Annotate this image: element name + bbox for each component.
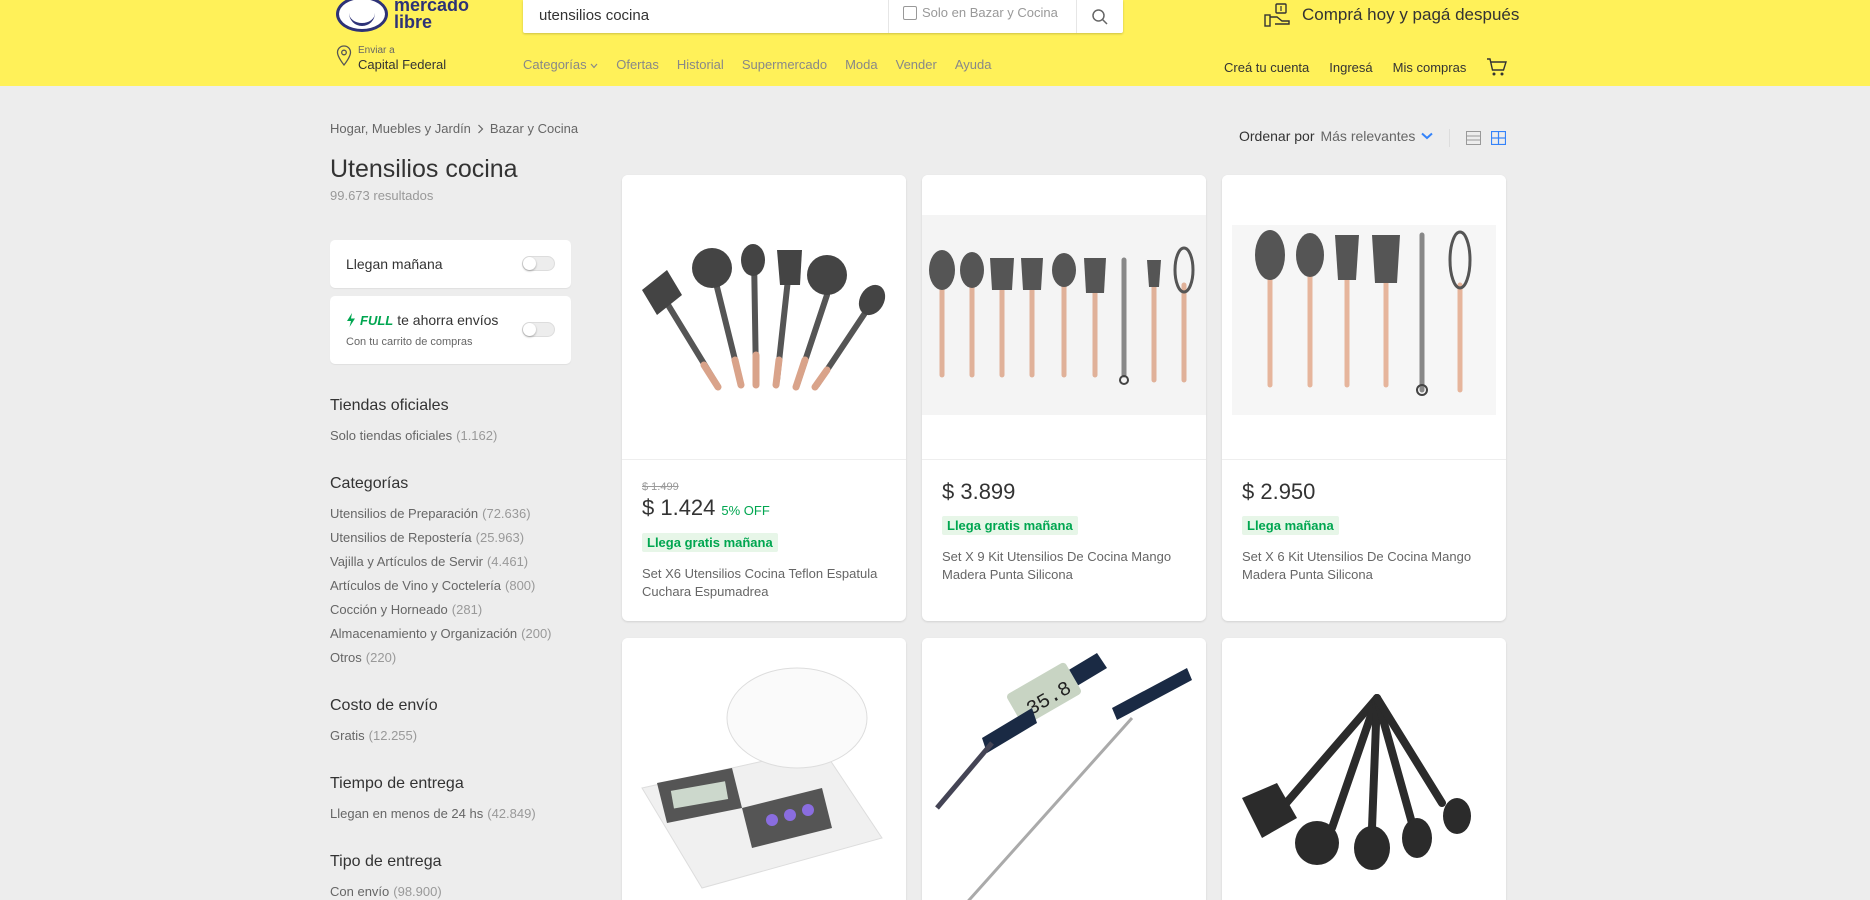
search-button[interactable] (1077, 0, 1123, 33)
sort-dropdown[interactable]: Ordenar por Más relevantes (1239, 128, 1434, 144)
product-card[interactable]: $ 3.899 Llega gratis mañana Set X 9 Kit … (922, 175, 1206, 621)
product-image (1222, 175, 1506, 459)
breadcrumb: Hogar, Muebles y Jardín Bazar y Cocina (330, 121, 578, 136)
price: $ 1.424 5% OFF (642, 495, 770, 520)
discount-badge: 5% OFF (721, 503, 770, 518)
filter-heading: Tiempo de entrega (330, 775, 464, 792)
card-divider (622, 459, 906, 460)
breadcrumb-item[interactable]: Bazar y Cocina (490, 121, 578, 136)
grid-view-icon[interactable] (1491, 131, 1506, 145)
filter-option[interactable]: Con envío (98.900) (330, 884, 442, 899)
filter-option[interactable]: Otros (220) (330, 650, 396, 665)
nav-ayuda[interactable]: Ayuda (955, 57, 992, 72)
card-divider (922, 459, 1206, 460)
handshake-icon (336, 0, 388, 32)
sort-label: Ordenar por (1239, 128, 1315, 144)
product-title[interactable]: Set X 6 Kit Utensilios De Cocina Mango M… (1242, 548, 1492, 584)
product-title[interactable]: Set X6 Utensilios Cocina Teflon Espatula… (642, 565, 892, 601)
filter-full-toggle[interactable] (522, 322, 555, 337)
filter-tomorrow-label: Llegan mañana (346, 256, 443, 272)
user-nav: Creá tu cuenta Ingresá Mis compras (1224, 57, 1508, 77)
promo-banner[interactable]: Comprá hoy y pagá después (1264, 2, 1519, 28)
cart-icon[interactable] (1486, 57, 1508, 77)
nav-historial[interactable]: Historial (677, 57, 724, 72)
filter-option[interactable]: Gratis (12.255) (330, 728, 417, 743)
chevron-right-icon (477, 124, 484, 133)
nav-moda[interactable]: Moda (845, 57, 878, 72)
page-title: Utensilios cocina (330, 155, 518, 183)
filter-option[interactable]: Llegan en menos de 24 hs (42.849) (330, 806, 536, 821)
shipping-badge: Llega gratis mañana (942, 516, 1078, 535)
card-divider (1222, 459, 1506, 460)
filter-full-label: FULL te ahorra envíos (346, 312, 498, 328)
filter-heading: Tipo de entrega (330, 853, 442, 870)
shipping-badge: Llega mañana (1242, 516, 1339, 535)
product-image (622, 175, 906, 459)
my-purchases-link[interactable]: Mis compras (1393, 60, 1467, 75)
product-image (1222, 638, 1506, 900)
mercado-libre-logo[interactable]: mercado libre (336, 0, 486, 34)
shipping-badge: Llega gratis mañana (642, 533, 778, 552)
breadcrumb-item[interactable]: Hogar, Muebles y Jardín (330, 121, 471, 136)
logo-text: mercado libre (394, 0, 470, 32)
full-badge: FULL (360, 312, 394, 328)
product-card[interactable]: 35.8 (922, 638, 1206, 900)
price: $ 2.950 (1242, 479, 1316, 504)
original-price: $ 1.499 (642, 481, 679, 493)
product-card[interactable] (1222, 638, 1506, 900)
filter-heading: Costo de envío (330, 697, 438, 714)
filter-option[interactable]: Vajilla y Artículos de Servir (4.461) (330, 554, 528, 569)
search-input[interactable] (539, 4, 879, 26)
lightning-icon (347, 313, 355, 327)
product-title[interactable]: Set X 9 Kit Utensilios De Cocina Mango M… (942, 548, 1192, 584)
product-card[interactable]: $ 1.499 $ 1.424 5% OFF Llega gratis mañan… (622, 175, 906, 621)
site-header: mercado libre Solo en Bazar y Cocina Com… (0, 0, 1870, 86)
sort-value: Más relevantes (1320, 128, 1416, 144)
location-label: Enviar a (358, 45, 395, 56)
hand-coin-icon (1264, 3, 1290, 27)
nav-categorias[interactable]: Categorías (523, 57, 598, 72)
scope-checkbox-label[interactable]: Solo en Bazar y Cocina (922, 5, 1058, 20)
results-count: 99.673 resultados (330, 188, 434, 203)
filter-tomorrow-toggle[interactable] (522, 256, 555, 271)
nav-ofertas[interactable]: Ofertas (616, 57, 659, 72)
nav-vender[interactable]: Vender (896, 57, 937, 72)
filter-full-card: FULL te ahorra envíos Con tu carrito de … (330, 296, 571, 364)
search-icon (1092, 8, 1108, 25)
filter-option[interactable]: Cocción y Horneado (281) (330, 602, 482, 617)
filter-heading: Categorías (330, 475, 409, 492)
main-nav: Categorías Ofertas Historial Supermercad… (523, 57, 991, 72)
scope-checkbox[interactable] (903, 6, 917, 20)
filter-option[interactable]: Solo tiendas oficiales (1.162) (330, 428, 497, 443)
location-pin-icon (336, 45, 352, 67)
full-text: te ahorra envíos (397, 312, 499, 328)
product-image (922, 175, 1206, 459)
location-value: Capital Federal (358, 57, 447, 72)
chevron-down-icon (1421, 132, 1434, 140)
search-bar: Solo en Bazar y Cocina (523, 0, 1123, 33)
shipping-location[interactable]: Enviar a Capital Federal (336, 45, 446, 73)
chevron-down-icon (590, 63, 598, 69)
product-image (622, 638, 906, 900)
view-divider (1449, 129, 1450, 147)
filter-option[interactable]: Utensilios de Preparación (72.636) (330, 506, 531, 521)
search-divider (888, 0, 889, 33)
list-view-icon[interactable] (1466, 131, 1481, 145)
product-card[interactable]: $ 2.950 Llega mañana Set X 6 Kit Utensil… (1222, 175, 1506, 621)
product-image: 35.8 (922, 638, 1206, 900)
filter-heading: Tiendas oficiales (330, 397, 449, 414)
nav-supermercado[interactable]: Supermercado (742, 57, 827, 72)
filter-option[interactable]: Utensilios de Repostería (25.963) (330, 530, 524, 545)
login-link[interactable]: Ingresá (1329, 60, 1372, 75)
product-card[interactable] (622, 638, 906, 900)
create-account-link[interactable]: Creá tu cuenta (1224, 60, 1309, 75)
full-subtitle: Con tu carrito de compras (346, 336, 473, 348)
filter-option[interactable]: Almacenamiento y Organización (200) (330, 626, 552, 641)
filter-tomorrow-card: Llegan mañana (330, 240, 571, 288)
filter-option[interactable]: Artículos de Vino y Coctelería (800) (330, 578, 535, 593)
promo-text: Comprá hoy y pagá después (1302, 5, 1520, 24)
price: $ 3.899 (942, 479, 1016, 504)
